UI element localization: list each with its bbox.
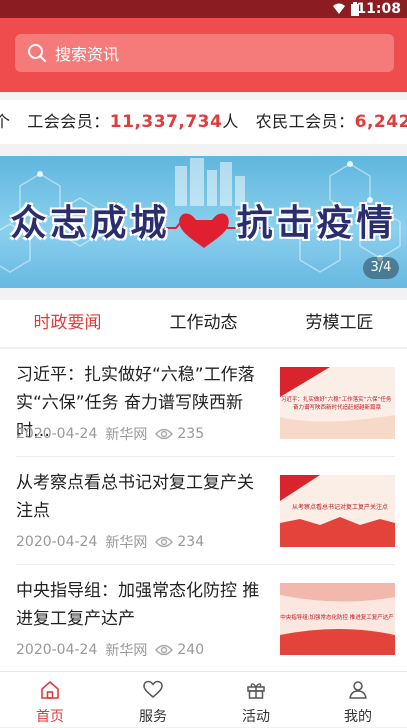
news-date: 2020-04-24 (16, 426, 98, 442)
news-views: 234 (177, 534, 205, 550)
home-icon (41, 681, 59, 699)
news-meta: 2020-04-24 新华网 235 (16, 424, 212, 444)
status-bar: 11:08 (0, 0, 407, 18)
gift-icon (247, 683, 265, 699)
eye-icon (155, 536, 174, 548)
news-thumbnail[interactable]: 中央指导组:加强常态化防控 推进复工复产达产 (280, 583, 395, 655)
wifi-icon (333, 3, 345, 14)
nav-service[interactable]: 服务 (113, 672, 193, 728)
union-members-unit: 人 (222, 112, 239, 131)
news-item[interactable]: 中央指导组：加强常态化防控 推进复工复产达产 2020-04-24 新华网 24… (0, 565, 407, 671)
tab-model-workers[interactable]: 劳模工匠 (272, 300, 407, 348)
svg-text:从考察点看总书记对复工复产关注点: 从考察点看总书记对复工复产关注点 (292, 503, 388, 511)
news-tabs: 时政要闻 工作动态 劳模工匠 (0, 300, 407, 348)
nav-home[interactable]: 首页 (10, 672, 90, 728)
banner-title: 众志成城 抗击疫情 (0, 194, 407, 246)
news-views: 235 (177, 426, 205, 442)
bottom-nav: 首页 服务 活动 我的 (0, 671, 407, 727)
news-item[interactable]: 习近平：扎实做好“六稳”工作落实“六保”任务 奋力谱写陕西新时… 2020-04… (0, 349, 407, 457)
eye-icon (155, 428, 174, 440)
news-item[interactable]: 从考察点看总书记对复工复产关注点 2020-04-24 新华网 234 从考察点… (0, 457, 407, 565)
news-thumbnail[interactable]: 习近平：扎实做好“六稳”工作落实“六保”任务 奋力谱写陕西新时代追赶超越新篇章 (280, 367, 395, 439)
svg-text:中央指导组:加强常态化防控 推进复工复产达产: 中央指导组:加强常态化防控 推进复工复产达产 (280, 613, 394, 621)
nav-service-label: 服务 (139, 709, 167, 725)
user-icon (349, 681, 367, 699)
search-icon (28, 44, 47, 63)
news-meta: 2020-04-24 新华网 240 (16, 640, 212, 660)
news-thumbnail[interactable]: 从考察点看总书记对复工复产关注点 (280, 475, 395, 547)
search-input[interactable]: 搜索资讯 (55, 41, 119, 65)
banner-title-left: 众志成城 (10, 202, 171, 244)
nav-mine[interactable]: 我的 (318, 672, 398, 728)
migrant-members-count: 6,242,24 (354, 112, 407, 132)
news-title[interactable]: 中央指导组：加强常态化防控 推进复工复产达产 (16, 577, 268, 633)
eye-icon (155, 644, 174, 656)
nav-activity-label: 活动 (242, 709, 270, 725)
nav-mine-label: 我的 (344, 709, 372, 725)
nav-home-label: 首页 (36, 709, 64, 725)
banner-pager: 3/4 (363, 257, 399, 279)
nav-activity[interactable]: 活动 (216, 672, 296, 728)
news-source: 新华网 (105, 643, 148, 659)
news-title[interactable]: 从考察点看总书记对复工复产关注点 (16, 469, 268, 525)
tab-work-updates[interactable]: 工作动态 (136, 300, 271, 348)
member-ticker: 个 工会会员：11,337,734人 农民工会员：6,242,24 (0, 100, 407, 144)
news-views: 240 (177, 642, 205, 658)
union-members-label: 工会会员： (27, 112, 110, 131)
news-meta: 2020-04-24 新华网 234 (16, 532, 212, 552)
news-date: 2020-04-24 (16, 642, 98, 658)
heart-icon (143, 680, 163, 698)
news-list: 习近平：扎实做好“六稳”工作落实“六保”任务 奋力谱写陕西新时… 2020-04… (0, 349, 407, 671)
union-members-count: 11,337,734 (109, 112, 223, 132)
news-source: 新华网 (105, 427, 148, 443)
tab-politics[interactable]: 时政要闻 (0, 300, 135, 348)
header: 搜索资讯 (0, 18, 407, 92)
banner-carousel[interactable]: 众志成城 抗击疫情 3/4 (0, 156, 407, 288)
news-source: 新华网 (105, 535, 148, 551)
ticker-prefix: 个 (0, 112, 11, 131)
news-date: 2020-04-24 (16, 534, 98, 550)
banner-title-right: 抗击疫情 (236, 202, 397, 244)
clock: 11:08 (356, 1, 401, 17)
search-bar[interactable]: 搜索资讯 (15, 34, 394, 72)
migrant-members-label: 农民工会员： (255, 112, 355, 131)
